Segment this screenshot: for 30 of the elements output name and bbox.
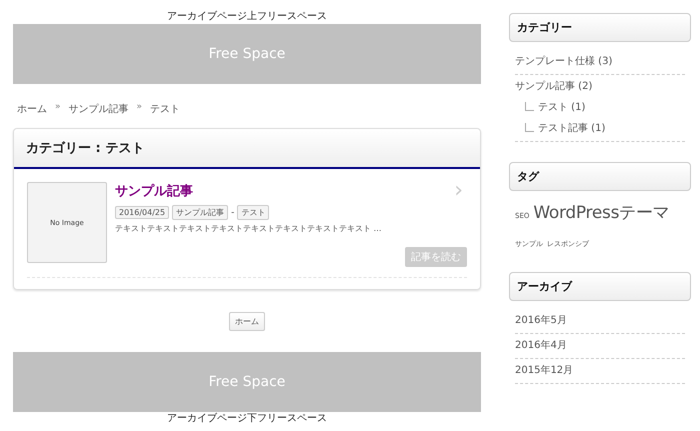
archive-link[interactable]: 2015年12月 — [515, 359, 685, 383]
archive-link[interactable]: 2016年4月 — [515, 334, 685, 359]
free-space-banner: Free Space — [13, 24, 481, 84]
free-space-banner: Free Space — [13, 352, 481, 412]
breadcrumb-separator: » — [136, 102, 142, 114]
tree-branch-icon — [525, 102, 534, 111]
archive-link[interactable]: 2016年5月 — [515, 309, 685, 334]
category-link[interactable]: テスト (1) — [538, 100, 586, 114]
breadcrumb-separator: » — [55, 102, 61, 114]
widget-title: タグ — [509, 162, 691, 191]
post-title[interactable]: サンプル記事 — [115, 182, 193, 200]
tree-branch-icon — [525, 123, 534, 132]
free-space-caption: アーカイブページ上フリースペース — [166, 10, 328, 24]
category-tag[interactable]: サンプル記事 — [172, 205, 228, 220]
category-link[interactable]: テンプレート仕様 (3) — [515, 54, 685, 68]
post-excerpt: テキストテキストテキストテキストテキストテキストテキストテキスト … — [115, 223, 383, 234]
tag-link[interactable]: WordPressテーマ — [533, 199, 670, 227]
widget-title: アーカイブ — [509, 272, 691, 301]
archive-title: カテゴリー : テスト — [14, 129, 480, 169]
breadcrumb-link[interactable]: ホーム — [17, 102, 47, 116]
home-button[interactable]: ホーム — [229, 312, 265, 331]
category-link[interactable]: テスト記事 (1) — [538, 121, 606, 135]
breadcrumb-link[interactable]: テスト — [150, 102, 180, 116]
widget-title: カテゴリー — [509, 13, 691, 42]
post-date: 2016/04/25 — [115, 206, 170, 219]
free-space-caption: アーカイブページ下フリースペース — [166, 412, 328, 426]
breadcrumb-link[interactable]: サンプル記事 — [68, 102, 129, 116]
category-link[interactable]: サンプル記事 (2) — [515, 79, 685, 93]
category-separator: - — [231, 208, 234, 218]
category-tag[interactable]: テスト — [237, 205, 270, 220]
